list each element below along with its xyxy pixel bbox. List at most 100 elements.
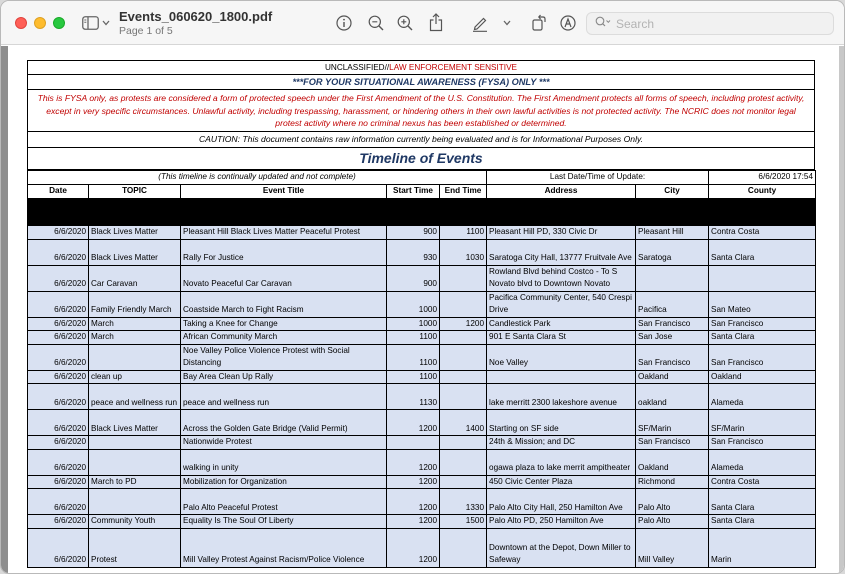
event-title: Rally For Justice <box>180 238 387 266</box>
event-end-time: 1500 <box>438 514 488 529</box>
page-count: Page 1 of 5 <box>119 25 173 37</box>
event-end-time <box>438 527 488 568</box>
event-county: San Francisco <box>708 435 817 450</box>
event-start-time: 1200 <box>386 474 440 489</box>
event-topic: Black Lives Matter <box>88 238 181 266</box>
table-row: 6/6/2020 March African Community March 1100… <box>27 330 817 345</box>
info-icon[interactable] <box>335 14 352 31</box>
event-address: Rowland Blvd behind Costco - To S Novato… <box>486 264 637 292</box>
preview-window: Events_060620_1800.pdf Page 1 of 5 Searc… <box>0 0 845 574</box>
event-start-time: 900 <box>386 224 440 240</box>
event-address: Starting on SF side <box>486 409 637 436</box>
event-end-time <box>438 435 488 450</box>
event-city: Palo Alto <box>635 488 710 515</box>
event-county: Contra Costa <box>708 474 817 489</box>
first-amendment-notice: This is FYSA only, as protests are consi… <box>28 90 814 132</box>
table-row: 6/6/2020 Black Lives Matter Pleasant Hill … <box>27 224 817 240</box>
event-topic <box>88 435 181 450</box>
markup-icon[interactable] <box>559 14 576 31</box>
table-row: 6/6/2020 clean up Bay Area Clean Up Rally 1… <box>27 369 817 384</box>
sidebar-icon[interactable] <box>81 15 99 31</box>
event-address: Palo Alto City Hall, 250 Hamilton Ave <box>486 488 637 515</box>
event-date: 6/6/2020 <box>27 435 89 450</box>
event-start-time: 1200 <box>386 514 440 529</box>
event-topic: Black Lives Matter <box>88 224 181 240</box>
table-row: 6/6/2020 Car Caravan Novato Peaceful Car C… <box>27 264 817 292</box>
zoom-out-icon[interactable] <box>367 14 384 31</box>
event-topic: Car Caravan <box>88 264 181 292</box>
event-title: Novato Peaceful Car Caravan <box>180 264 387 292</box>
event-topic: Family Friendly March <box>88 290 181 318</box>
event-topic: March <box>88 330 181 345</box>
event-end-time: 1100 <box>438 224 488 240</box>
pdf-page: UNCLASSIFIED//LAW ENFORCEMENT SENSITIVE … <box>26 60 817 568</box>
column-header: County <box>708 183 817 199</box>
event-start-time: 1200 <box>386 409 440 436</box>
event-date: 6/6/2020 <box>27 448 89 476</box>
search-input[interactable] <box>616 16 816 31</box>
table-row: 6/6/2020 March to PD Mobilization for Orga… <box>27 474 817 489</box>
highlight-pen-icon[interactable] <box>471 14 488 32</box>
event-title: Coastside March to Fight Racism <box>180 290 387 318</box>
event-address: ogawa plaza to lake merrit ampitheater <box>486 448 637 476</box>
event-end-time: 1400 <box>438 409 488 436</box>
event-county: Santa Clara <box>708 488 817 515</box>
last-update-value: 6/6/2020 17:54 <box>708 169 817 185</box>
event-title: African Community March <box>180 330 387 345</box>
event-city: Mill Valley <box>635 527 710 568</box>
event-date: 6/6/2020 <box>27 488 89 515</box>
table-row: 6/6/2020 walking in unity 1200 ogawa plaza … <box>27 448 817 476</box>
scrollbar-track[interactable] <box>839 46 844 573</box>
event-county <box>708 264 817 292</box>
event-title: Equality Is The Soul Of Liberty <box>180 514 387 529</box>
chevron-down-icon[interactable] <box>502 19 511 27</box>
event-title: Nationwide Protest <box>180 435 387 450</box>
event-address: 24th & Mission; and DC <box>486 435 637 450</box>
event-city: San Francisco <box>635 435 710 450</box>
event-county: San Mateo <box>708 290 817 318</box>
table-row: 6/6/2020 Family Friendly March Coastside M… <box>27 290 817 318</box>
event-date: 6/6/2020 <box>27 369 89 384</box>
event-title: Mobilization for Organization <box>180 474 387 489</box>
event-date: 6/6/2020 <box>27 264 89 292</box>
chevron-down-icon[interactable] <box>101 18 110 27</box>
event-start-time: 1200 <box>386 527 440 568</box>
event-title: Noe Valley Police Violence Protest with … <box>180 343 387 371</box>
event-date: 6/6/2020 <box>27 330 89 345</box>
column-header: End Time <box>438 183 488 199</box>
timeline-title: Timeline of Events <box>27 147 815 170</box>
event-title: Mill Valley Protest Against Racism/Polic… <box>180 527 387 568</box>
event-end-time: 1200 <box>438 316 488 331</box>
event-topic: March <box>88 316 181 331</box>
event-address: lake merritt 2300 lakeshore avenue <box>486 383 637 410</box>
event-topic <box>88 448 181 476</box>
event-date: 6/6/2020 <box>27 290 89 318</box>
event-city: Palo Alto <box>635 514 710 529</box>
event-end-time <box>438 330 488 345</box>
event-address: Downtown at the Depot, Down Miller to Sa… <box>486 527 637 568</box>
event-date: 6/6/2020 <box>27 343 89 371</box>
event-start-time: 1100 <box>386 369 440 384</box>
fullscreen-window-button[interactable] <box>53 17 65 29</box>
event-date: 6/6/2020 <box>27 224 89 240</box>
event-start-time: 1200 <box>386 488 440 515</box>
event-topic: clean up <box>88 369 181 384</box>
search-field[interactable] <box>586 12 834 35</box>
event-county: SF/Marin <box>708 409 817 436</box>
event-topic: Black Lives Matter <box>88 409 181 436</box>
event-address: 450 Civic Center Plaza <box>486 474 637 489</box>
event-county: Alameda <box>708 448 817 476</box>
event-date: 6/6/2020 <box>27 527 89 568</box>
zoom-in-icon[interactable] <box>396 14 413 31</box>
share-icon[interactable] <box>428 12 444 32</box>
event-end-time: 1030 <box>438 238 488 266</box>
minimize-window-button[interactable] <box>34 17 46 29</box>
event-address: 901 E Santa Clara St <box>486 330 637 345</box>
event-address: Saratoga City Hall, 13777 Fruitvale Ave <box>486 238 637 266</box>
last-update-label: Last Date/Time of Update: <box>486 169 710 185</box>
table-row: 6/6/2020 Palo Alto Peaceful Protest 1200 13… <box>27 488 817 515</box>
rotate-icon[interactable] <box>530 13 547 31</box>
events-table: (This timeline is continually updated an… <box>26 169 817 568</box>
column-header: TOPIC <box>88 183 181 199</box>
close-window-button[interactable] <box>15 17 27 29</box>
